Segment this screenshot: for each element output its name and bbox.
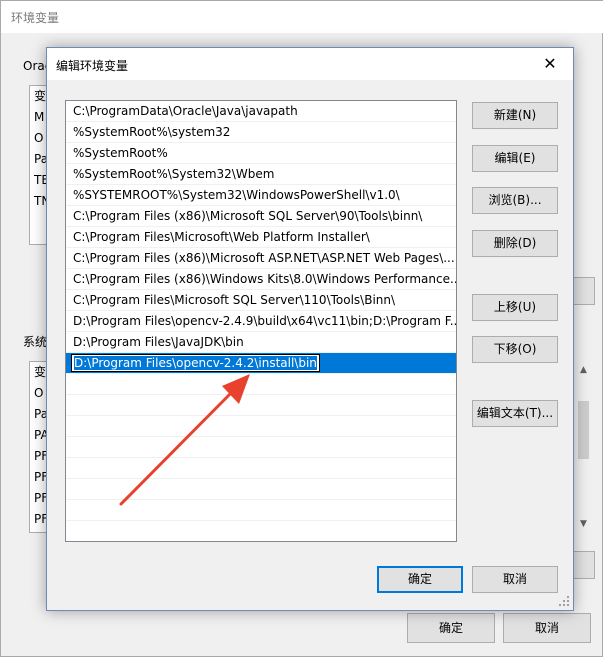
path-list[interactable]: C:\ProgramData\Oracle\Java\javapath %Sys…	[65, 100, 457, 542]
path-item[interactable]: C:\Program Files\Microsoft SQL Server\11…	[66, 290, 456, 311]
empty-row	[66, 374, 456, 395]
resize-grip-icon[interactable]	[558, 595, 570, 607]
system-list-scrollbar[interactable]: ▲ ▼	[575, 361, 595, 533]
path-item[interactable]: D:\Program Files\opencv-2.4.9\build\x64\…	[66, 311, 456, 332]
dialog-titlebar: 编辑环境变量 ✕	[47, 48, 573, 80]
move-up-button[interactable]: 上移(U)	[472, 294, 558, 321]
bg-cancel-button[interactable]: 取消	[503, 613, 591, 643]
browse-button[interactable]: 浏览(B)...	[472, 187, 558, 214]
path-item[interactable]: C:\Program Files\Microsoft\Web Platform …	[66, 227, 456, 248]
cancel-button[interactable]: 取消	[472, 566, 558, 593]
path-item[interactable]: %SystemRoot%	[66, 143, 456, 164]
empty-row	[66, 479, 456, 500]
new-button[interactable]: 新建(N)	[472, 102, 558, 129]
edit-environment-variable-dialog: 编辑环境变量 ✕ C:\ProgramData\Oracle\Java\java…	[46, 47, 574, 611]
scroll-down-icon[interactable]: ▼	[580, 519, 587, 529]
dialog-title: 编辑环境变量	[56, 59, 129, 73]
bg-titlebar: 环境变量	[1, 1, 603, 33]
path-item[interactable]: C:\Program Files (x86)\Microsoft SQL Ser…	[66, 206, 456, 227]
path-item-selected[interactable]: D:\Program Files\opencv-2.4.2\install\bi…	[66, 353, 456, 374]
path-item[interactable]: %SystemRoot%\System32\Wbem	[66, 164, 456, 185]
path-item[interactable]: D:\Program Files\JavaJDK\bin	[66, 332, 456, 353]
empty-row	[66, 500, 456, 521]
ok-button[interactable]: 确定	[377, 566, 463, 593]
delete-button[interactable]: 删除(D)	[472, 230, 558, 257]
empty-row	[66, 437, 456, 458]
system-variables-group-label: 系统	[23, 335, 48, 349]
path-item[interactable]: %SYSTEMROOT%\System32\WindowsPowerShell\…	[66, 185, 456, 206]
bg-user-button[interactable]	[571, 277, 595, 305]
edit-button[interactable]: 编辑(E)	[472, 145, 558, 172]
empty-row	[66, 395, 456, 416]
scrollbar-thumb[interactable]	[578, 401, 589, 459]
path-edit-field[interactable]: D:\Program Files\opencv-2.4.2\install\bi…	[71, 354, 320, 372]
scroll-up-icon[interactable]: ▲	[580, 365, 587, 375]
move-down-button[interactable]: 下移(O)	[472, 336, 558, 363]
bg-window-title: 环境变量	[11, 11, 60, 25]
empty-row	[66, 458, 456, 479]
edit-text-button[interactable]: 编辑文本(T)...	[472, 400, 558, 427]
path-item[interactable]: C:\Program Files (x86)\Windows Kits\8.0\…	[66, 269, 456, 290]
close-icon[interactable]: ✕	[527, 48, 573, 80]
bg-system-button[interactable]	[571, 551, 595, 579]
path-item[interactable]: C:\Program Files (x86)\Microsoft ASP.NET…	[66, 248, 456, 269]
path-item[interactable]: C:\ProgramData\Oracle\Java\javapath	[66, 101, 456, 122]
empty-row	[66, 416, 456, 437]
path-item[interactable]: %SystemRoot%\system32	[66, 122, 456, 143]
bg-ok-button[interactable]: 确定	[407, 613, 495, 643]
path-edit-value[interactable]: D:\Program Files\opencv-2.4.2\install\bi…	[74, 356, 317, 370]
